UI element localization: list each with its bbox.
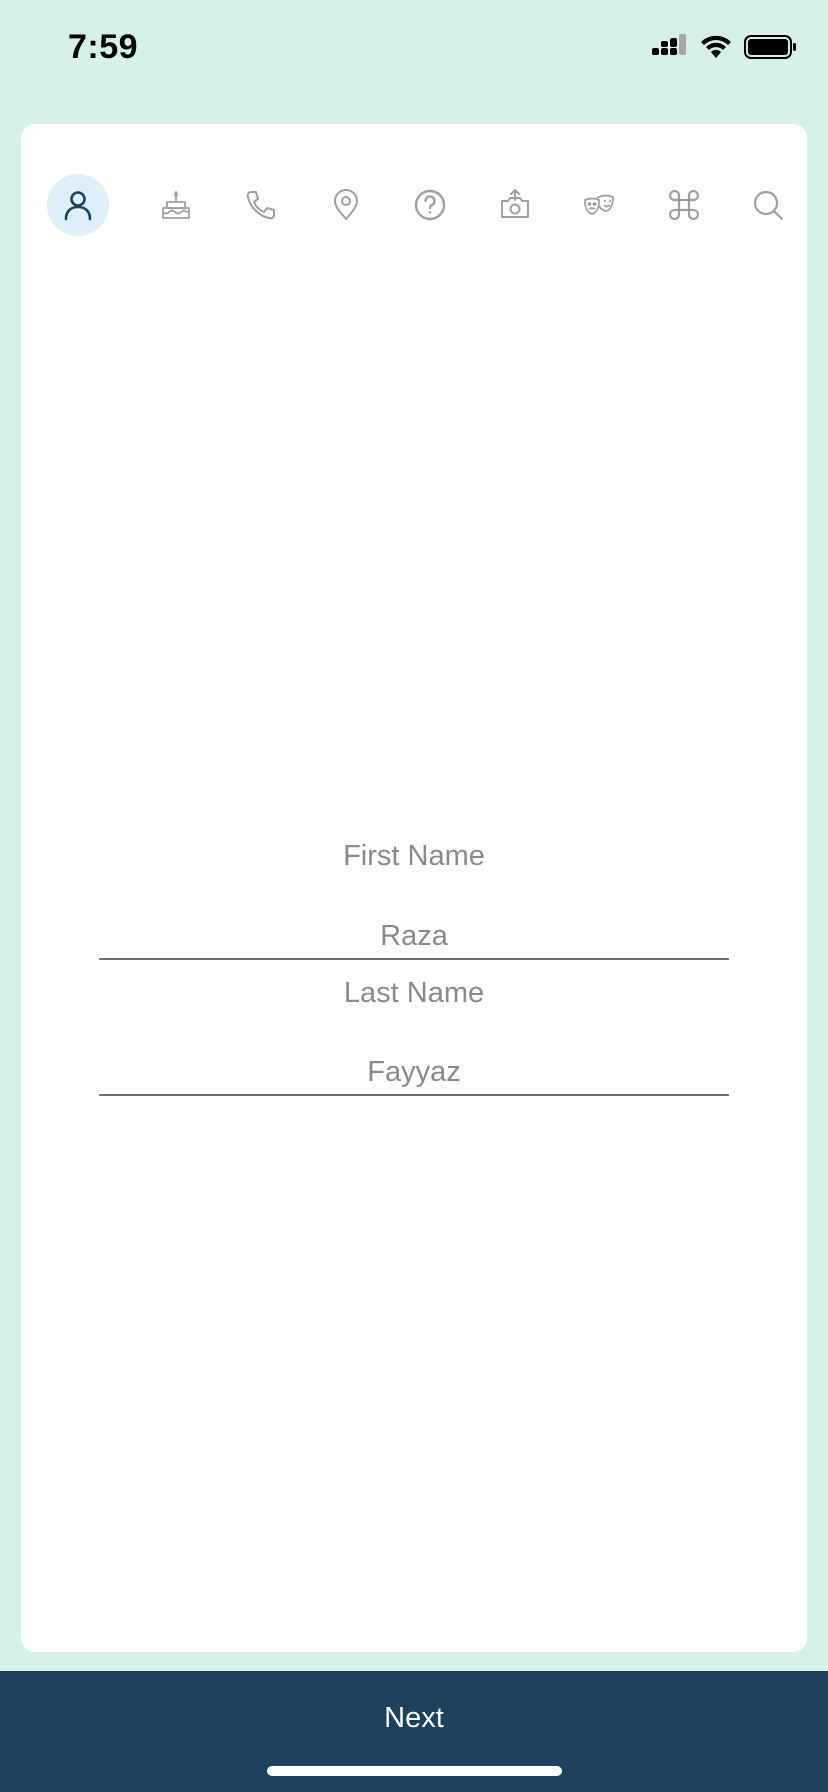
last-name-input[interactable] xyxy=(99,1050,729,1096)
location-pin-icon xyxy=(334,189,358,220)
battery-icon xyxy=(744,35,796,59)
step-person-button[interactable] xyxy=(47,174,109,236)
home-indicator xyxy=(267,1766,562,1776)
theater-masks-icon xyxy=(584,194,614,215)
search-icon xyxy=(753,190,784,221)
form-card: First Name Last Name xyxy=(21,124,807,1652)
camera-upload-icon xyxy=(501,189,529,218)
step-birthday-button[interactable] xyxy=(145,174,207,236)
step-interests-button[interactable] xyxy=(568,174,630,236)
step-icon-row xyxy=(21,124,807,284)
step-search-button[interactable] xyxy=(737,174,799,236)
step-location-button[interactable] xyxy=(315,174,377,236)
first-name-input[interactable] xyxy=(99,914,729,960)
command-key-icon xyxy=(668,189,700,221)
birthday-cake-icon xyxy=(162,191,190,219)
first-name-label: First Name xyxy=(343,840,485,872)
step-photo-button[interactable] xyxy=(484,174,546,236)
wifi-icon xyxy=(701,35,731,58)
step-phone-button[interactable] xyxy=(230,174,292,236)
last-name-label: Last Name xyxy=(343,977,485,1009)
status-bar: 7:59 xyxy=(0,0,828,100)
person-icon xyxy=(64,191,92,221)
step-help-button[interactable] xyxy=(399,174,461,236)
step-commands-button[interactable] xyxy=(653,174,715,236)
status-icons xyxy=(652,34,798,60)
phone-icon xyxy=(246,191,275,220)
cellular-signal-icon xyxy=(652,34,686,55)
status-time: 7:59 xyxy=(68,28,139,66)
question-circle-icon xyxy=(414,189,446,221)
